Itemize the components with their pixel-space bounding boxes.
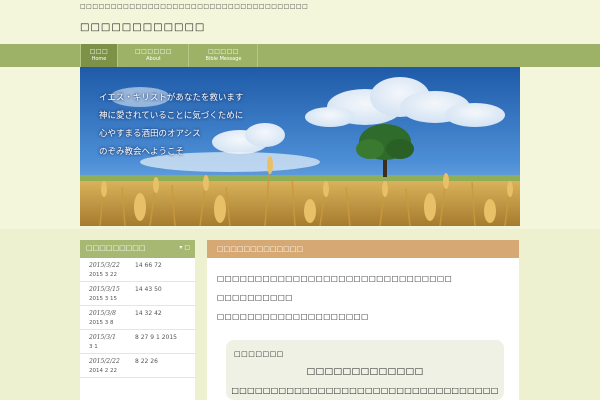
list-item[interactable]: 2015/3/22 14 66 72 2015 3 22: [80, 258, 195, 282]
post-date[interactable]: 2015/2/22: [89, 358, 120, 365]
paragraph: □□□□□□□□□□□□□□□□□□□□□□□□□□□□□□□: [217, 274, 453, 283]
main-title: □□□□□□□□□□□□□: [217, 245, 303, 253]
info-box: □□□□□□□ □□□□□□□□□□□□□ □□□□□□□□□□□□□□□□□□…: [226, 340, 504, 400]
nav-item-about-label: □□□□□□: [134, 48, 172, 55]
list-item[interactable]: 2015/3/1 8 27 9 1 2015 3 1: [80, 330, 195, 354]
nav-item-bible-message[interactable]: □□□□□ Bible Message: [190, 44, 258, 67]
sidebar-title: □□□□□□□□□: [86, 244, 146, 252]
post-date[interactable]: 2015/3/8: [89, 310, 116, 317]
sidebar-header: □□□□□□□□□ ▾ □: [80, 240, 195, 258]
post-subtitle: 2015 3 8: [89, 320, 114, 326]
tagline: □□□□□□□□□□□□□□□□□□□□□□□□□□□□□□□□□□□□□: [80, 3, 309, 10]
post-date[interactable]: 2015/3/1: [89, 334, 116, 341]
post-title: 14 66 72: [135, 262, 162, 269]
main-header: □□□□□□□□□□□□□: [207, 240, 519, 258]
post-subtitle: 2015 3 22: [89, 272, 117, 278]
hero-line-4: のぞみ教会へようこそ: [99, 147, 185, 157]
list-item[interactable]: 2015/3/15 14 43 50 2015 3 15: [80, 282, 195, 306]
list-item[interactable]: 2015/2/22 8 22 26 2014 2 22: [80, 354, 195, 378]
paragraph: □□□□□□□□□□□□□□□□□□□□: [217, 312, 369, 321]
nav-item-home[interactable]: □□□ Home: [80, 44, 118, 67]
info-box-heading: □□□□□□□□□□□□□: [306, 367, 424, 377]
nav-item-bible-message-sub: Bible Message: [205, 56, 242, 62]
hero-message: イエス・キリストがあなたを救います 神に愛されていることに気づくために 心やすま…: [99, 89, 243, 161]
main-content: □□□□□□□□□□□□□ □□□□□□□□□□□□□□□□□□□□□□□□□□…: [207, 240, 519, 400]
site-title[interactable]: □□□□□□□□□□□□: [80, 22, 205, 33]
nav-item-home-sub: Home: [91, 56, 107, 62]
sidebar-toggle[interactable]: ▾ □: [179, 244, 190, 251]
info-box-text: □□□□□□□□□□□□□□□□□□□□□□□□□□□□□□□□□□: [231, 386, 499, 395]
nav-item-bible-message-label: □□□□□: [208, 48, 239, 55]
post-date[interactable]: 2015/3/15: [89, 286, 120, 293]
post-subtitle: 2014 2 22: [89, 368, 117, 374]
main-body: □□□□□□□□□□□□□□□□□□□□□□□□□□□□□□□ □□□□□□□□…: [207, 258, 519, 321]
hero-line-3: 心やすまる酒田のオアシス: [99, 129, 201, 139]
info-box-label: □□□□□□□: [234, 350, 284, 358]
list-item[interactable]: 2015/3/8 14 32 42 2015 3 8: [80, 306, 195, 330]
post-subtitle: 2015 3 15: [89, 296, 117, 302]
nav-item-home-label: □□□: [89, 48, 109, 55]
sidebar-recent-posts: □□□□□□□□□ ▾ □ 2015/3/22 14 66 72 2015 3 …: [80, 240, 195, 400]
post-title: 8 22 26: [135, 358, 158, 365]
hero-line-1: イエス・キリストがあなたを救います: [99, 93, 244, 103]
post-date[interactable]: 2015/3/22: [89, 262, 120, 269]
paragraph: □□□□□□□□□□: [217, 293, 293, 302]
post-title: 14 32 42: [135, 310, 162, 317]
nav-item-about-sub: About: [146, 56, 161, 62]
hero-banner: イエス・キリストがあなたを救います 神に愛されていることに気づくために 心やすま…: [80, 67, 520, 226]
main-navigation: □□□ Home □□□□□□ About □□□□□ Bible Messag…: [0, 44, 600, 67]
nav-item-about[interactable]: □□□□□□ About: [119, 44, 189, 67]
post-title: 14 43 50: [135, 286, 162, 293]
post-subtitle: 3 1: [89, 344, 98, 350]
hero-line-2: 神に愛されていることに気づくために: [99, 111, 244, 121]
post-title: 8 27 9 1 2015: [135, 334, 177, 341]
